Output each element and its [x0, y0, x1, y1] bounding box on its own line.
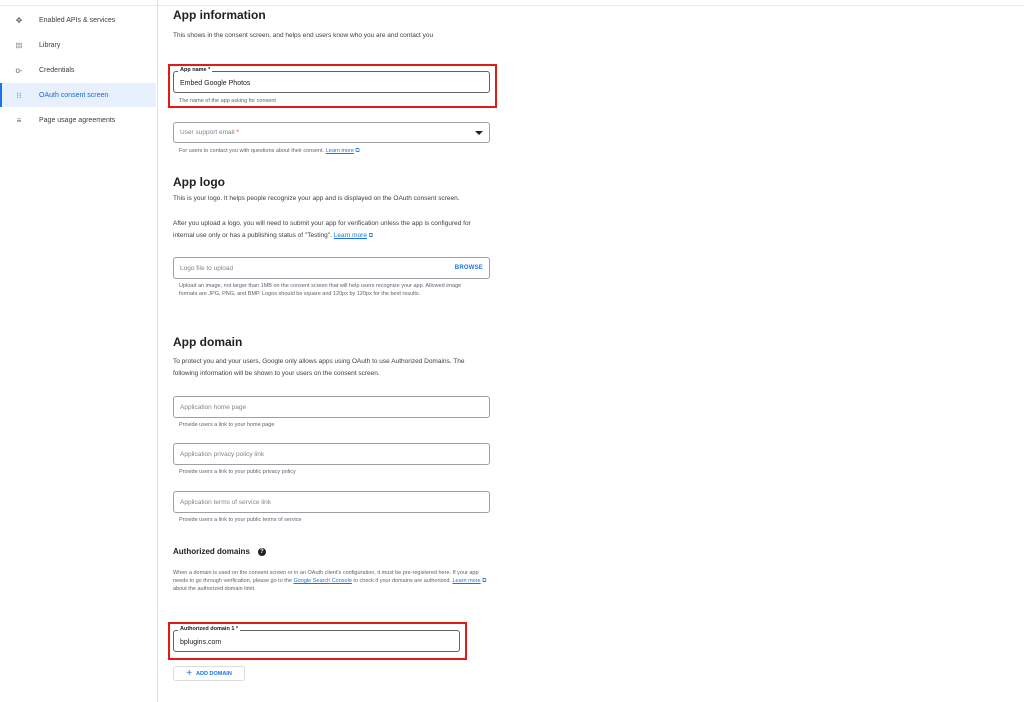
external-link-icon: ⧉ — [368, 233, 374, 239]
browse-button[interactable]: BROWSE — [455, 265, 483, 271]
sidebar-item-label: Enabled APIs & services — [39, 16, 116, 24]
app-logo-description-1: This is your logo. It helps people recog… — [173, 195, 460, 202]
external-link-icon: ⧉ — [355, 148, 360, 154]
help-icon[interactable]: ? — [257, 547, 266, 556]
app-logo-heading: App logo — [173, 175, 225, 189]
key-icon: o- — [15, 65, 23, 75]
learn-more-link[interactable]: Learn more — [334, 232, 367, 239]
sidebar-item-library[interactable]: 𝍖 Library — [0, 33, 156, 57]
app-domain-description: To protect you and your users, Google on… — [173, 358, 465, 377]
sidebar-nav: ✥ Enabled APIs & services 𝍖 Library o- C… — [0, 8, 156, 133]
external-link-icon: ⧉ — [482, 578, 487, 584]
highlight-authorized-domain — [168, 622, 467, 660]
api-icon: ✥ — [15, 15, 23, 25]
logo-upload-placeholder: Logo file to upload — [180, 264, 234, 272]
sidebar-item-label: Credentials — [39, 66, 75, 74]
home-page-hint: Provide users a link to your home page — [179, 422, 275, 428]
app-domain-heading: App domain — [173, 335, 243, 349]
app-info-heading: App information — [173, 8, 266, 22]
highlight-app-name — [168, 64, 497, 108]
sidebar-item-credentials[interactable]: o- Credentials — [0, 58, 156, 82]
plus-icon: + — [186, 668, 193, 679]
learn-more-link[interactable]: Learn more — [452, 578, 480, 584]
app-logo-description-2: After you upload a logo, you will need t… — [173, 220, 471, 239]
learn-more-link[interactable]: Learn more — [326, 148, 354, 154]
support-email-hint: For users to contact you with questions … — [179, 148, 360, 154]
terms-of-service-input[interactable]: Application terms of service link — [173, 491, 490, 513]
authorized-domains-description: When a domain is used on the consent scr… — [173, 570, 487, 592]
support-email-placeholder: User support email * — [180, 129, 239, 136]
home-page-input[interactable]: Application home page — [173, 396, 490, 418]
logo-upload-field[interactable]: Logo file to upload BROWSE — [173, 257, 490, 279]
search-console-link[interactable]: Google Search Console — [293, 578, 351, 584]
library-icon: 𝍖 — [15, 40, 23, 50]
logo-upload-hint: Upload an image, not larger than 1MB on … — [179, 283, 462, 297]
sidebar-item-label: Library — [39, 41, 61, 49]
privacy-policy-input[interactable]: Application privacy policy link — [173, 443, 490, 465]
privacy-policy-hint: Provide users a link to your public priv… — [179, 469, 296, 475]
authorized-domains-heading: Authorized domains ? — [173, 547, 266, 556]
settings-list-icon: ≡ — [16, 115, 22, 125]
app-info-description: This shows in the consent screen, and he… — [173, 32, 434, 39]
terms-of-service-hint: Provide users a link to your public term… — [179, 517, 302, 523]
consent-icon: ⁝⁝ — [16, 90, 22, 100]
add-domain-button[interactable]: + ADD DOMAIN — [173, 666, 245, 681]
sidebar-divider — [157, 0, 158, 702]
sidebar-item-label: Page usage agreements — [39, 116, 116, 124]
sidebar-item-page-usage[interactable]: ≡ Page usage agreements — [0, 108, 156, 132]
support-email-select[interactable]: User support email * — [173, 122, 490, 143]
sidebar-item-enabled-apis[interactable]: ✥ Enabled APIs & services — [0, 8, 156, 32]
top-border — [0, 0, 1024, 6]
sidebar-item-label: OAuth consent screen — [39, 91, 109, 99]
chevron-down-icon — [475, 130, 483, 135]
sidebar-item-oauth-consent[interactable]: ⁝⁝ OAuth consent screen — [0, 83, 156, 107]
